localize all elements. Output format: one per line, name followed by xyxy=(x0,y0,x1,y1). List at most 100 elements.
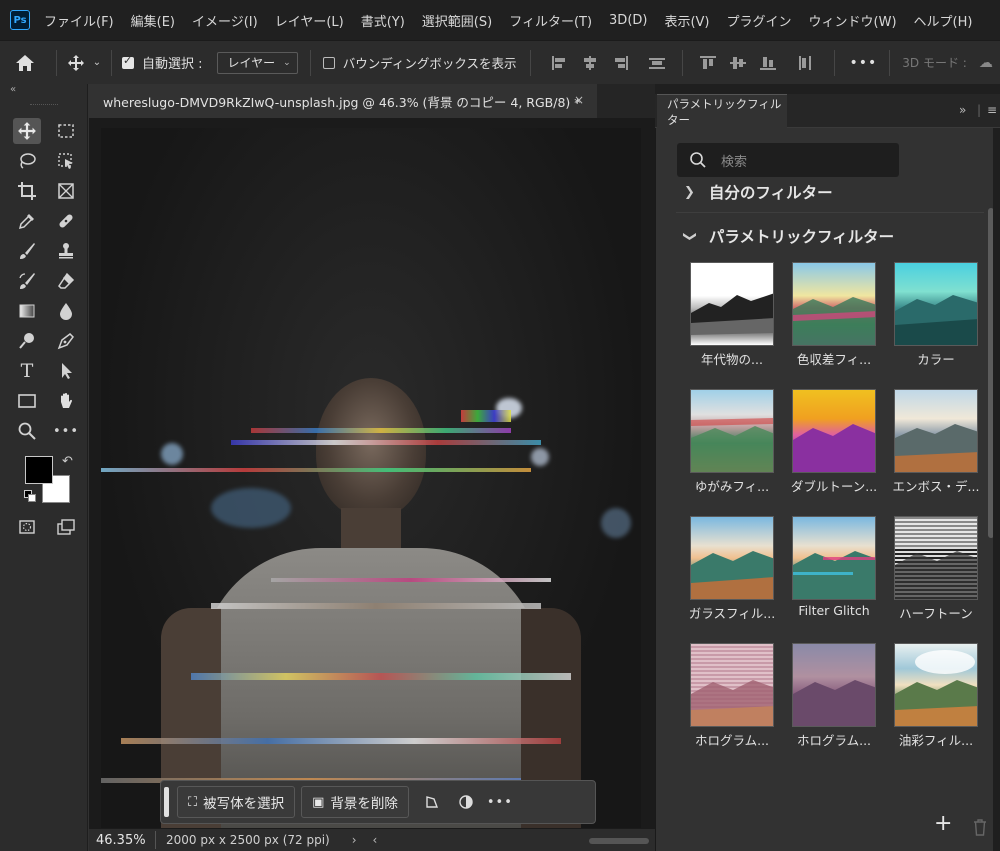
auto-select-dropdown[interactable]: レイヤー ⌄ xyxy=(216,51,298,74)
distribute-v-icon[interactable] xyxy=(797,55,813,70)
hand-tool-icon[interactable] xyxy=(52,388,80,414)
status-menu-arrow[interactable]: › xyxy=(352,833,357,847)
bounding-box-checkbox[interactable] xyxy=(322,56,335,69)
menu-image[interactable]: イメージ(I) xyxy=(192,11,258,30)
menu-3d[interactable]: 3D(D) xyxy=(609,13,647,28)
frame-tool-icon[interactable] xyxy=(52,178,80,204)
chevron-down-icon[interactable]: ⌄ xyxy=(87,57,107,68)
gradient-tool-icon[interactable] xyxy=(13,298,41,324)
3d-orbit-icon[interactable]: ☁ xyxy=(979,55,993,71)
align-left-icon[interactable] xyxy=(552,55,568,70)
edit-toolbar-icon[interactable]: ••• xyxy=(52,418,80,444)
filter-thumbnail-color[interactable] xyxy=(894,262,978,346)
filter-thumbnail-oil-paint[interactable] xyxy=(894,643,978,727)
menu-filter[interactable]: フィルター(T) xyxy=(509,11,592,30)
menu-file[interactable]: ファイル(F) xyxy=(44,11,114,30)
menu-plugins[interactable]: プラグイン xyxy=(727,11,792,30)
menu-select[interactable]: 選択範囲(S) xyxy=(422,11,492,30)
type-tool-icon[interactable]: T xyxy=(13,358,41,384)
brush-tool-icon[interactable] xyxy=(13,238,41,264)
panel-menu-icon[interactable]: ≡ xyxy=(987,103,997,117)
panel-scrollbar[interactable] xyxy=(988,208,993,851)
filter-label-emboss: エンボス・デ... xyxy=(892,479,980,494)
foreground-color-swatch[interactable] xyxy=(25,456,53,484)
my-filters-section[interactable]: ❯ 自分のフィルター xyxy=(684,181,833,203)
options-separator xyxy=(530,49,532,76)
filter-thumbnail-vintage[interactable] xyxy=(690,262,774,346)
pen-tool-icon[interactable] xyxy=(52,328,80,354)
horizontal-scrollbar[interactable] xyxy=(589,838,649,844)
crop-tool-icon[interactable] xyxy=(13,178,41,204)
add-filter-button[interactable]: + xyxy=(934,811,952,836)
zoom-level[interactable]: 46.35% xyxy=(89,833,155,848)
marquee-tool-icon[interactable] xyxy=(52,118,80,144)
healing-brush-tool-icon[interactable] xyxy=(52,208,80,234)
menu-layer[interactable]: レイヤー(L) xyxy=(275,11,344,30)
expand-panel-icon[interactable]: » xyxy=(959,103,966,117)
filter-thumbnail-duotone[interactable] xyxy=(792,389,876,473)
parametric-filters-section[interactable]: ❯ パラメトリックフィルター xyxy=(682,225,894,247)
bokeh-light xyxy=(161,443,183,465)
collapse-toolbar-icon[interactable]: « xyxy=(10,84,16,95)
move-icon[interactable] xyxy=(65,54,87,72)
home-icon[interactable] xyxy=(0,54,50,72)
canvas-area[interactable] xyxy=(89,118,655,828)
select-subject-button[interactable]: ⛶ 被写体を選択 xyxy=(177,786,296,818)
toolbar-grip xyxy=(30,104,58,106)
swap-colors-icon[interactable]: ↶ xyxy=(62,454,73,469)
eyedropper-tool-icon[interactable] xyxy=(13,208,41,234)
close-tab-icon[interactable]: × xyxy=(574,93,584,107)
distribute-h-icon[interactable] xyxy=(649,56,666,70)
remove-background-button[interactable]: ▣ 背景を削除 xyxy=(301,786,409,818)
quick-mask-icon[interactable] xyxy=(13,514,41,540)
filter-thumbnail-distort[interactable] xyxy=(690,389,774,473)
filter-thumbnail-chromatic[interactable] xyxy=(792,262,876,346)
panel-tab[interactable]: パラメトリックフィルター xyxy=(657,94,787,128)
options-separator xyxy=(834,49,836,76)
filter-thumbnail-glitch[interactable] xyxy=(792,516,876,600)
default-colors-icon[interactable] xyxy=(24,490,36,502)
transform-icon[interactable] xyxy=(415,786,449,818)
screen-mode-icon[interactable] xyxy=(52,514,80,540)
scroll-left-arrow[interactable]: ‹ xyxy=(373,833,378,847)
filter-thumbnail-emboss[interactable] xyxy=(894,389,978,473)
zoom-tool-icon[interactable] xyxy=(13,418,41,444)
blur-tool-icon[interactable] xyxy=(52,298,80,324)
trash-icon[interactable] xyxy=(972,817,988,842)
status-separator xyxy=(155,831,156,849)
bokeh-light xyxy=(601,508,631,538)
menu-window[interactable]: ウィンドウ(W) xyxy=(809,11,897,30)
path-selection-tool-icon[interactable] xyxy=(52,358,80,384)
menu-help[interactable]: ヘルプ(H) xyxy=(914,11,973,30)
align-center-h-icon[interactable] xyxy=(582,55,598,70)
adjustment-icon[interactable] xyxy=(449,786,483,818)
stamp-tool-icon[interactable] xyxy=(52,238,80,264)
lasso-tool-icon[interactable] xyxy=(13,148,41,174)
align-bottom-icon[interactable] xyxy=(760,56,777,70)
eraser-tool-icon[interactable] xyxy=(52,268,80,294)
rectangle-tool-icon[interactable] xyxy=(13,388,41,414)
history-brush-tool-icon[interactable] xyxy=(13,268,41,294)
document-tab[interactable]: whereslugo-DMVD9RkZIwQ-unsplash.jpg @ 46… xyxy=(89,84,597,118)
align-right-icon[interactable] xyxy=(612,55,629,70)
auto-select-checkbox[interactable] xyxy=(122,54,134,69)
task-bar-grip[interactable] xyxy=(164,787,169,817)
more-options-button[interactable]: ••• xyxy=(849,55,877,71)
filter-thumbnail-halftone[interactable] xyxy=(894,516,978,600)
dodge-tool-icon[interactable] xyxy=(13,328,41,354)
align-top-icon[interactable] xyxy=(700,55,717,70)
menu-edit[interactable]: 編集(E) xyxy=(131,11,175,30)
filter-thumbnail-hologram-1[interactable] xyxy=(690,643,774,727)
object-selection-tool-icon[interactable] xyxy=(52,148,80,174)
move-tool-icon[interactable] xyxy=(13,118,41,144)
align-center-v-icon[interactable] xyxy=(730,56,747,70)
filter-search-input[interactable]: 検索 xyxy=(677,143,899,177)
search-icon xyxy=(690,152,706,168)
more-options-button[interactable]: ••• xyxy=(483,786,517,818)
filter-thumbnail-hologram-2[interactable] xyxy=(792,643,876,727)
filter-thumbnail-glass[interactable] xyxy=(690,516,774,600)
menu-view[interactable]: 表示(V) xyxy=(664,11,709,30)
menu-type[interactable]: 書式(Y) xyxy=(361,11,405,30)
panel-scrollbar-thumb[interactable] xyxy=(988,208,993,538)
options-separator xyxy=(309,49,311,76)
